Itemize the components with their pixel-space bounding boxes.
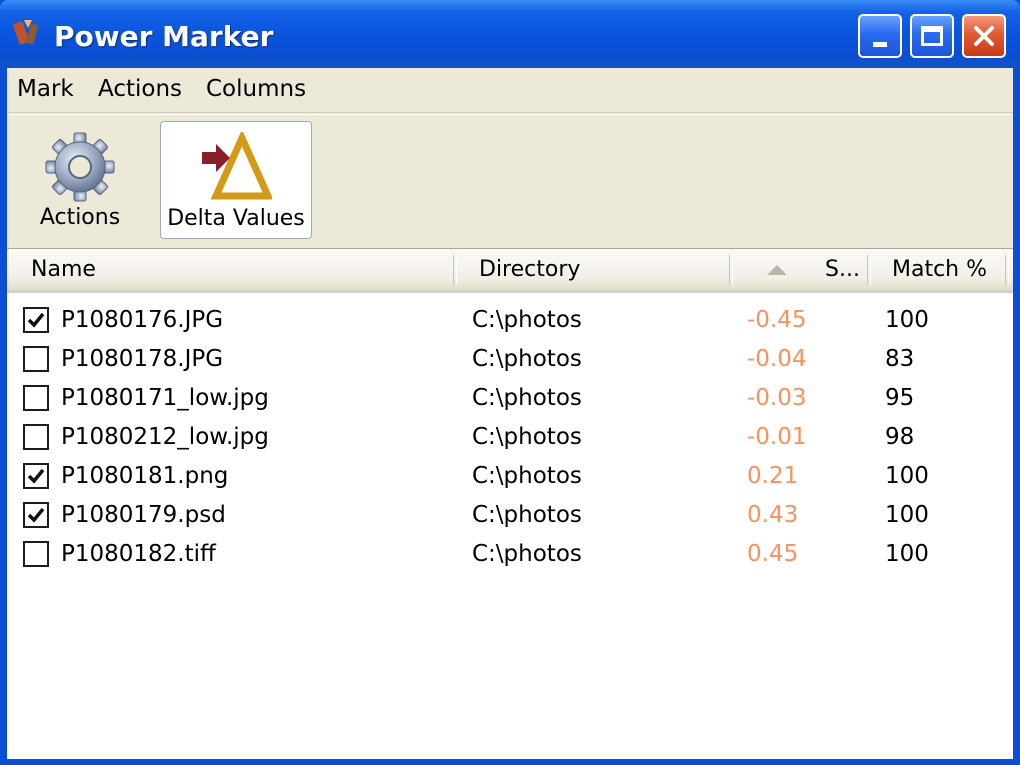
client-area: Mark Actions Columns Actions Delta Value…	[7, 68, 1013, 759]
file-directory: C:\photos	[472, 463, 582, 489]
file-directory: C:\photos	[472, 385, 582, 411]
file-name: P1080181.png	[61, 463, 229, 489]
list-item[interactable]: P1080181.png C:\photos 0.21 100	[7, 457, 1013, 496]
column-header-directory[interactable]: Directory	[479, 249, 580, 290]
match-percent: 83	[885, 346, 915, 372]
column-divider[interactable]	[729, 255, 733, 285]
menu-actions[interactable]: Actions	[98, 76, 182, 102]
sort-ascending-icon	[767, 265, 787, 275]
actions-label: Actions	[39, 205, 121, 230]
file-directory: C:\photos	[472, 541, 582, 567]
column-divider[interactable]	[453, 255, 457, 285]
file-directory: C:\photos	[472, 502, 582, 528]
match-percent: 100	[885, 502, 929, 528]
close-button[interactable]	[962, 14, 1006, 58]
checkmark-icon	[27, 507, 45, 523]
menu-bar: Mark Actions Columns	[7, 68, 1013, 113]
delta-value: -0.01	[747, 424, 807, 450]
match-percent: 100	[885, 307, 929, 333]
row-checkbox[interactable]	[23, 541, 49, 567]
file-directory: C:\photos	[472, 424, 582, 450]
file-name: P1080179.psd	[61, 502, 226, 528]
column-header-s[interactable]: S...	[825, 249, 860, 290]
column-header-name[interactable]: Name	[31, 249, 96, 290]
file-name: P1080182.tiff	[61, 541, 216, 567]
match-percent: 98	[885, 424, 915, 450]
title-bar[interactable]: Power Marker	[0, 0, 1020, 68]
match-percent: 100	[885, 463, 929, 489]
delta-value: -0.04	[747, 346, 807, 372]
delta-values-label: Delta Values	[167, 206, 305, 231]
column-divider[interactable]	[867, 255, 871, 285]
toolbar: Actions Delta Values	[7, 114, 1013, 247]
list-item[interactable]: P1080171_low.jpg C:\photos -0.03 95	[7, 379, 1013, 418]
list-item[interactable]: P1080179.psd C:\photos 0.43 100	[7, 496, 1013, 535]
match-percent: 95	[885, 385, 915, 411]
match-percent: 100	[885, 541, 929, 567]
file-directory: C:\photos	[472, 307, 582, 333]
column-divider[interactable]	[1005, 255, 1009, 285]
delta-value: -0.45	[747, 307, 807, 333]
column-header-match[interactable]: Match %	[892, 249, 987, 290]
list-header: Name Directory S... Match %	[7, 249, 1013, 293]
checkmark-icon	[27, 468, 45, 484]
row-checkbox[interactable]	[23, 424, 49, 450]
menu-mark[interactable]: Mark	[17, 76, 74, 102]
row-checkbox[interactable]	[23, 346, 49, 372]
gear-icon	[45, 132, 115, 202]
file-name: P1080212_low.jpg	[61, 424, 269, 450]
delta-value: 0.43	[747, 502, 799, 528]
row-checkbox[interactable]	[23, 502, 49, 528]
list-item[interactable]: P1080182.tiff C:\photos 0.45 100	[7, 535, 1013, 574]
close-icon	[974, 26, 994, 46]
power-marker-icon	[13, 20, 39, 45]
list-item[interactable]: P1080176.JPG C:\photos -0.45 100	[7, 301, 1013, 340]
maximize-icon	[921, 26, 943, 46]
checkmark-icon	[27, 312, 45, 328]
file-name: P1080171_low.jpg	[61, 385, 269, 411]
file-directory: C:\photos	[472, 346, 582, 372]
delta-value: 0.21	[747, 463, 799, 489]
delta-arrow-icon	[202, 132, 272, 200]
list-item[interactable]: P1080212_low.jpg C:\photos -0.01 98	[7, 418, 1013, 457]
menu-columns[interactable]: Columns	[206, 76, 306, 102]
row-checkbox[interactable]	[23, 463, 49, 489]
row-checkbox[interactable]	[23, 307, 49, 333]
minimize-button[interactable]	[858, 14, 902, 58]
actions-button[interactable]: Actions	[25, 121, 135, 239]
window-title: Power Marker	[54, 20, 274, 53]
app-window: Power Marker Mark Actions Columns Action…	[0, 0, 1020, 765]
list-item[interactable]: P1080178.JPG C:\photos -0.04 83	[7, 340, 1013, 379]
minimize-icon	[873, 41, 887, 47]
row-checkbox[interactable]	[23, 385, 49, 411]
maximize-button[interactable]	[910, 14, 954, 58]
results-list[interactable]: Name Directory S... Match % P1080176.JPG…	[7, 248, 1013, 759]
delta-value: 0.45	[747, 541, 799, 567]
file-name: P1080176.JPG	[61, 307, 224, 333]
file-name: P1080178.JPG	[61, 346, 224, 372]
delta-value: -0.03	[747, 385, 807, 411]
delta-values-button[interactable]: Delta Values	[160, 121, 312, 239]
